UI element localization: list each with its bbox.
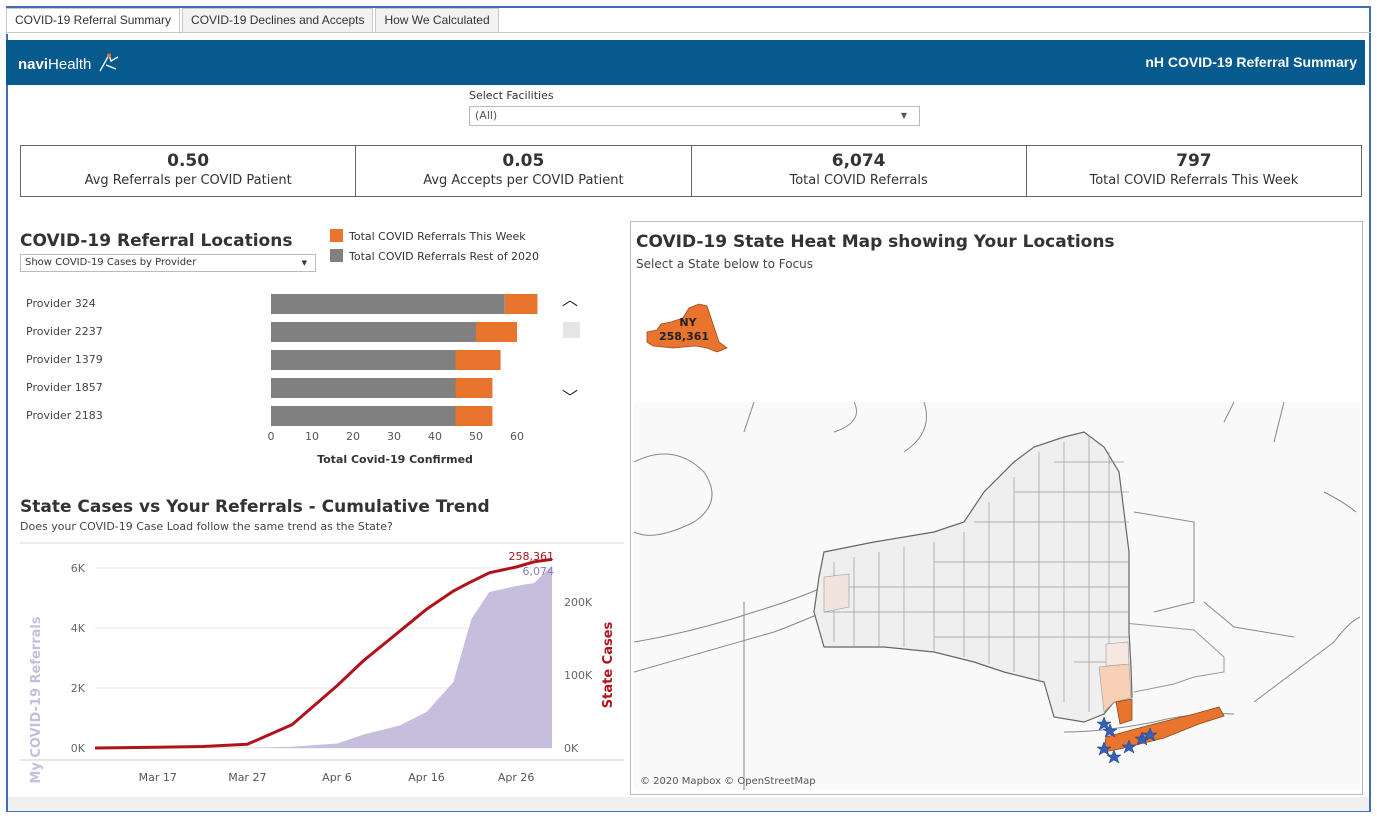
left-tick-label: 0K bbox=[71, 742, 86, 755]
facility-filter-value: (All) bbox=[475, 109, 498, 122]
header-banner: naviHealth nH COVID-19 Referral Summary bbox=[6, 40, 1365, 85]
right-tick-label: 200K bbox=[564, 596, 593, 609]
left-tick-label: 4K bbox=[71, 622, 86, 635]
kpi-avg-referrals: 0.50 Avg Referrals per COVID Patient bbox=[21, 146, 357, 196]
kpi-label: Avg Accepts per COVID Patient bbox=[423, 173, 624, 188]
x-tick-label: 50 bbox=[469, 430, 483, 443]
bar-rest-of-year bbox=[271, 406, 456, 426]
map-subtitle: Select a State below to Focus bbox=[636, 257, 814, 271]
legend-swatch bbox=[330, 229, 343, 242]
kpi-value: 797 bbox=[1176, 151, 1212, 171]
scroll-up-icon[interactable]: ︿ bbox=[562, 286, 578, 310]
x-tick-label: 0 bbox=[268, 430, 275, 443]
scroll-down-icon[interactable]: ﹀ bbox=[562, 384, 578, 408]
county-highlight-west[interactable] bbox=[823, 573, 850, 613]
trend-chart: My COVID-19 Referrals State Cases 0K 2K 4K… bbox=[20, 542, 624, 784]
bar-rest-of-year bbox=[271, 322, 476, 342]
tab-divider bbox=[6, 32, 1371, 33]
facility-filter-label: Select Facilities bbox=[469, 89, 554, 102]
bar-rest-of-year bbox=[271, 350, 456, 370]
bar-this-week bbox=[455, 406, 493, 426]
x-tick-label: Apr 16 bbox=[408, 771, 445, 784]
logo-mark-icon bbox=[98, 53, 118, 72]
kpi-label: Avg Referrals per COVID Patient bbox=[84, 173, 292, 188]
x-tick-label: Mar 17 bbox=[139, 771, 177, 784]
referrals-area bbox=[95, 565, 552, 748]
county-map[interactable]: © 2020 Mapbox © OpenStreetMap bbox=[634, 402, 1360, 790]
referral-bar-chart: 0 10 20 30 40 50 60 Total Covid-19 Confirmed bbox=[268, 294, 538, 466]
dropdown-arrow-icon: ▼ bbox=[900, 111, 907, 120]
bar-rest-of-year bbox=[271, 378, 456, 398]
provider-label: Provider 324 bbox=[26, 297, 96, 310]
scrollbar-thumb[interactable] bbox=[563, 322, 580, 338]
x-axis-label: Total Covid-19 Confirmed bbox=[317, 453, 473, 466]
referrals-end-label: 6,074 bbox=[523, 565, 555, 578]
x-tick-label: 60 bbox=[510, 430, 524, 443]
county-highlight-hudson[interactable] bbox=[1105, 641, 1130, 667]
right-tick-label: 0K bbox=[564, 742, 579, 755]
banner-title: nH COVID-19 Referral Summary bbox=[1145, 54, 1357, 70]
tab-how-we-calculated[interactable]: How We Calculated bbox=[375, 8, 499, 32]
tab-declines-accepts[interactable]: COVID-19 Declines and Accepts bbox=[182, 8, 374, 32]
state-heat-map-panel: COVID-19 State Heat Map showing Your Loc… bbox=[630, 221, 1363, 795]
provider-view-select[interactable]: Show COVID-19 Cases by Provider ▼ bbox=[20, 254, 316, 272]
x-tick-label: Apr 6 bbox=[322, 771, 352, 784]
map-title: COVID-19 State Heat Map showing Your Loc… bbox=[636, 232, 1115, 252]
kpi-label: Total COVID Referrals bbox=[789, 173, 928, 188]
bar-this-week bbox=[476, 322, 517, 342]
bar-rest-of-year bbox=[271, 294, 505, 314]
provider-label: Provider 1857 bbox=[26, 381, 103, 394]
right-axis-label: State Cases bbox=[601, 621, 616, 708]
legend-label: Total COVID Referrals Rest of 2020 bbox=[349, 250, 540, 263]
x-tick-label: 20 bbox=[346, 430, 360, 443]
legend-swatch bbox=[330, 249, 343, 262]
referral-locations-title: COVID-19 Referral Locations bbox=[20, 231, 293, 251]
map-attribution: © 2020 Mapbox © OpenStreetMap bbox=[640, 776, 816, 787]
trend-title: State Cases vs Your Referrals - Cumulati… bbox=[20, 497, 490, 517]
ny-state-value: 258,361 bbox=[659, 330, 709, 343]
tab-referral-summary[interactable]: COVID-19 Referral Summary bbox=[6, 8, 181, 34]
legend-this-week[interactable]: Total COVID Referrals This Week bbox=[330, 229, 526, 243]
dropdown-arrow-icon: ▼ bbox=[301, 259, 307, 267]
logo-text-suffix: Health bbox=[48, 56, 92, 73]
kpi-value: 6,074 bbox=[831, 151, 886, 171]
x-tick-label: 30 bbox=[387, 430, 401, 443]
left-axis-label: My COVID-19 Referrals bbox=[29, 616, 44, 783]
state-selector[interactable]: NY 258,361 bbox=[643, 302, 733, 358]
legend-rest-of-year[interactable]: Total COVID Referrals Rest of 2020 bbox=[330, 249, 539, 263]
navihealth-logo: naviHealth bbox=[18, 53, 120, 73]
bar-this-week bbox=[455, 350, 501, 370]
kpi-strip: 0.50 Avg Referrals per COVID Patient 0.0… bbox=[20, 145, 1362, 197]
kpi-value: 0.50 bbox=[167, 151, 210, 171]
provider-label: Provider 2237 bbox=[26, 325, 103, 338]
left-tick-label: 2K bbox=[71, 682, 86, 695]
kpi-avg-accepts: 0.05 Avg Accepts per COVID Patient bbox=[356, 146, 692, 196]
footer-strip bbox=[8, 797, 1369, 811]
x-tick-label: Mar 27 bbox=[228, 771, 266, 784]
right-tick-label: 100K bbox=[564, 669, 593, 682]
x-tick-label: 10 bbox=[305, 430, 319, 443]
logo-text-prefix: navi bbox=[18, 56, 49, 73]
state-end-label: 258,361 bbox=[509, 550, 555, 563]
provider-label: Provider 2183 bbox=[26, 409, 103, 422]
legend-label: Total COVID Referrals This Week bbox=[349, 230, 526, 243]
bar-this-week bbox=[504, 294, 538, 314]
x-tick-label: Apr 26 bbox=[498, 771, 535, 784]
ny-state-abbr: NY bbox=[679, 316, 697, 329]
bar-this-week bbox=[455, 378, 493, 398]
kpi-referrals-this-week: 797 Total COVID Referrals This Week bbox=[1027, 146, 1361, 196]
kpi-value: 0.05 bbox=[502, 151, 545, 171]
left-tick-label: 6K bbox=[71, 562, 86, 575]
provider-view-value: Show COVID-19 Cases by Provider bbox=[25, 257, 197, 268]
provider-label: Provider 1379 bbox=[26, 353, 103, 366]
x-tick-label: 40 bbox=[428, 430, 442, 443]
facility-filter-select[interactable]: (All) ▼ bbox=[469, 106, 920, 126]
trend-subtitle: Does your COVID-19 Case Load follow the … bbox=[20, 520, 393, 533]
kpi-label: Total COVID Referrals This Week bbox=[1089, 173, 1299, 188]
kpi-total-referrals: 6,074 Total COVID Referrals bbox=[692, 146, 1027, 196]
